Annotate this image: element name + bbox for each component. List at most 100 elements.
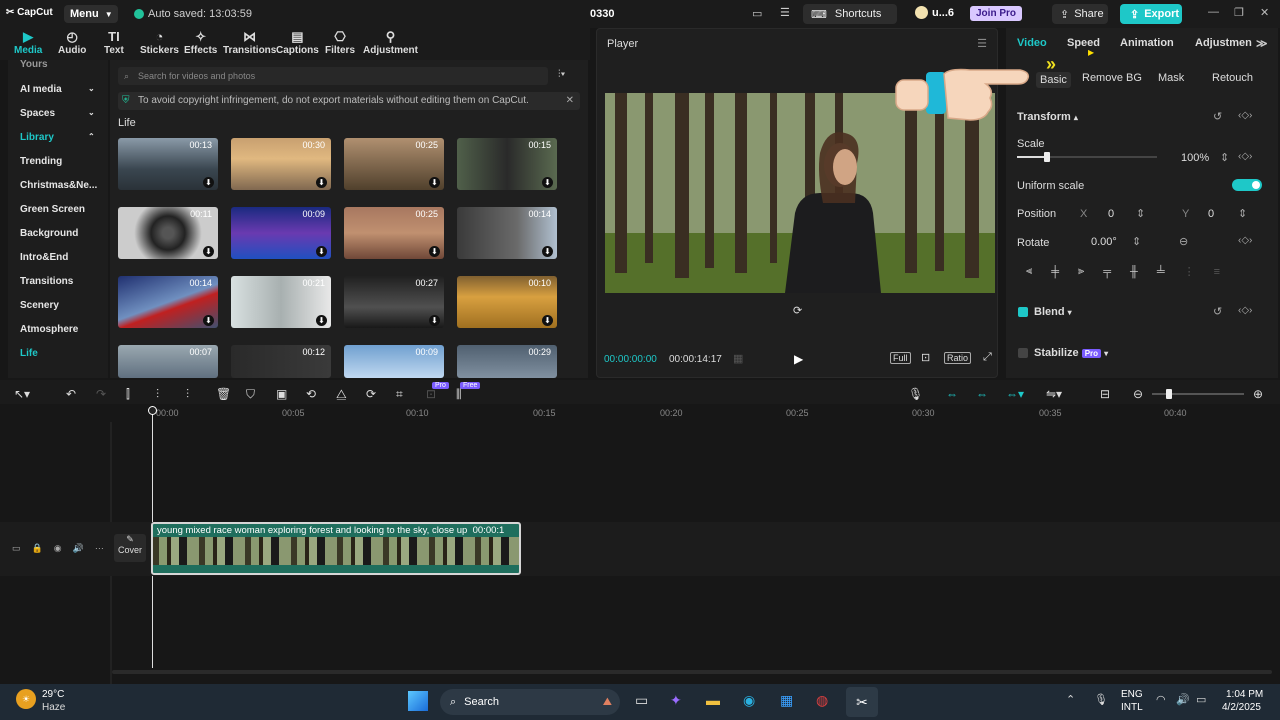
split-left-icon[interactable]: ⫶ xyxy=(156,387,159,402)
clock-date[interactable]: 4/2/2025 xyxy=(1222,702,1261,713)
smart-tool-icon[interactable]: ⫼ xyxy=(456,387,462,402)
more-icon[interactable]: ⋯ xyxy=(95,543,104,554)
media-thumbnail[interactable]: 00:07 xyxy=(118,345,218,378)
keyframe-icon[interactable]: ‹◇› xyxy=(1238,110,1252,121)
media-thumbnail[interactable]: 00:30 ⬇ xyxy=(231,138,331,190)
rotate-dial-icon[interactable]: ⊖ xyxy=(1179,235,1188,248)
more-tabs-icon[interactable]: ≫ xyxy=(1256,37,1268,50)
rotate-icon[interactable]: ⟳ xyxy=(366,387,376,401)
microphone-icon[interactable]: 🎙 xyxy=(908,387,923,401)
tab-filters[interactable]: ⎔ Filters xyxy=(325,30,355,57)
media-thumbnail[interactable]: 00:25 ⬇ xyxy=(344,207,444,259)
tab-text[interactable]: TI Text xyxy=(104,30,124,57)
maximize-icon[interactable]: ❐ xyxy=(1234,6,1244,19)
media-thumbnail[interactable]: 00:29 xyxy=(457,345,557,378)
media-thumbnail[interactable]: 00:11 ⬇ xyxy=(118,207,218,259)
shield-icon[interactable]: ⛉ xyxy=(246,387,255,402)
split-view-icon[interactable]: ⇋▾ xyxy=(1046,387,1062,401)
align-top-icon[interactable]: ╤ xyxy=(1103,266,1111,278)
share-button[interactable]: ⇪ Share xyxy=(1052,4,1108,24)
download-icon[interactable]: ⬇ xyxy=(203,315,214,326)
resize-icon[interactable]: ⊡ xyxy=(426,387,436,401)
settings-icon[interactable]: ☰ xyxy=(780,6,790,19)
media-thumbnail[interactable]: 00:13 ⬇ xyxy=(118,138,218,190)
tab-media[interactable]: ▶ Media xyxy=(14,30,42,57)
download-icon[interactable]: ⬇ xyxy=(429,177,440,188)
uniform-scale-toggle[interactable] xyxy=(1232,179,1262,191)
keyframe-icon[interactable]: ‹◇› xyxy=(1238,235,1252,246)
stepper-icon[interactable]: ⇕ xyxy=(1238,207,1247,220)
download-icon[interactable]: ⬇ xyxy=(316,177,327,188)
redo-icon[interactable]: ↷ xyxy=(96,387,106,401)
playhead-handle[interactable] xyxy=(148,406,157,415)
download-icon[interactable]: ⬇ xyxy=(203,177,214,188)
align-bottom-icon[interactable]: ╧ xyxy=(1157,266,1165,278)
copilot-icon[interactable]: ✦ xyxy=(670,692,682,709)
tab-adjustment[interactable]: ⚲ Adjustment xyxy=(363,30,418,57)
subtab-mask[interactable]: Mask xyxy=(1158,72,1184,84)
x-value[interactable]: 0 xyxy=(1108,208,1114,220)
media-thumbnail[interactable]: 00:25 ⬇ xyxy=(344,138,444,190)
close-icon[interactable]: ✕ xyxy=(566,92,574,110)
capcut-taskbar-icon[interactable]: ✂ xyxy=(846,687,878,717)
sidebar-item-scenery[interactable]: Scenery xyxy=(20,300,59,311)
keyframe-icon[interactable]: ‹◇› xyxy=(1238,305,1252,316)
keyframe-icon[interactable]: ‹◇› xyxy=(1238,151,1252,162)
stepper-icon[interactable]: ⇕ xyxy=(1220,151,1229,164)
stabilize-header[interactable]: Stabilize Pro ▾ xyxy=(1034,347,1108,359)
sidebar-item-life[interactable]: Life xyxy=(20,348,38,359)
zoom-fit-icon[interactable]: ⊡ xyxy=(921,351,930,364)
sidebar-item-intro-end[interactable]: Intro&End xyxy=(20,252,68,263)
download-icon[interactable]: ⬇ xyxy=(429,315,440,326)
tab-audio[interactable]: ◴ Audio xyxy=(58,30,86,57)
audio-icon[interactable]: 🔊 xyxy=(73,543,84,554)
minimize-icon[interactable]: — xyxy=(1208,6,1219,18)
menu-icon[interactable]: ☰ xyxy=(977,37,987,50)
tab-transitions[interactable]: ⋈ Transitions xyxy=(223,30,276,57)
mirror-icon[interactable]: ⧋ xyxy=(336,387,347,402)
tab-captions[interactable]: ▤ Captions xyxy=(276,30,319,57)
slider-thumb[interactable] xyxy=(1044,152,1050,162)
rotate-handle-icon[interactable]: ⟳ xyxy=(793,304,802,317)
y-value[interactable]: 0 xyxy=(1208,208,1214,220)
download-icon[interactable]: ⬇ xyxy=(316,246,327,257)
layout-icon[interactable]: ▭ xyxy=(752,7,762,20)
snap-icon[interactable]: ⇔ xyxy=(976,387,988,401)
reverse-icon[interactable]: ⟲ xyxy=(306,387,316,401)
stepper-icon[interactable]: ⇕ xyxy=(1132,235,1141,248)
media-thumbnail[interactable]: 00:09 ⬇ xyxy=(231,207,331,259)
fullscreen-icon[interactable]: ⤢ xyxy=(983,351,992,364)
slider-thumb[interactable] xyxy=(1166,389,1172,399)
project-name[interactable]: 0330 xyxy=(590,8,614,20)
sidebar-item-atmosphere[interactable]: Atmosphere xyxy=(20,324,78,335)
distribute-h-icon[interactable]: ⋮ xyxy=(1184,265,1195,278)
download-icon[interactable]: ⬇ xyxy=(542,315,553,326)
store-icon[interactable]: ▦ xyxy=(780,692,793,709)
sidebar-item-library[interactable]: Library ⌃ xyxy=(20,132,95,143)
search-input[interactable]: ⌕ Search for videos and photos xyxy=(118,67,548,85)
reset-icon[interactable]: ↺ xyxy=(1213,305,1222,318)
scale-slider[interactable] xyxy=(1017,152,1157,162)
wifi-icon[interactable]: ◠ xyxy=(1156,693,1166,706)
zoom-out-icon[interactable]: ⊖ xyxy=(1133,387,1143,401)
sidebar-item-background[interactable]: Background xyxy=(20,228,78,239)
menu-button[interactable]: Menu ▼ xyxy=(64,5,118,23)
download-icon[interactable]: ⬇ xyxy=(316,315,327,326)
media-thumbnail[interactable]: 00:14 ⬇ xyxy=(118,276,218,328)
tab-adjustment[interactable]: Adjustmen xyxy=(1195,37,1252,49)
align-center-icon[interactable]: ╪ xyxy=(1051,266,1059,278)
sidebar-item-yours[interactable]: Yours xyxy=(20,60,48,70)
download-icon[interactable]: ⬇ xyxy=(542,246,553,257)
export-button[interactable]: ⇪ Export xyxy=(1120,4,1182,24)
link-icon[interactable]: ⇔ xyxy=(946,387,958,401)
align-left-icon[interactable]: ⫷ xyxy=(1026,265,1032,278)
sidebar-item-ai-media[interactable]: AI media ⌄ xyxy=(20,84,95,95)
media-thumbnail[interactable]: 00:27 ⬇ xyxy=(344,276,444,328)
timeline-scrollbar[interactable] xyxy=(112,670,1272,674)
split-icon[interactable]: ⫿ xyxy=(126,387,130,402)
volume-icon[interactable]: 🔊 xyxy=(1176,693,1190,706)
eye-icon[interactable]: ◉ xyxy=(54,543,62,554)
tab-stickers[interactable]: ◔ Stickers xyxy=(140,30,179,57)
language-secondary[interactable]: INTL xyxy=(1121,702,1143,713)
media-thumbnail[interactable]: 00:21 ⬇ xyxy=(231,276,331,328)
